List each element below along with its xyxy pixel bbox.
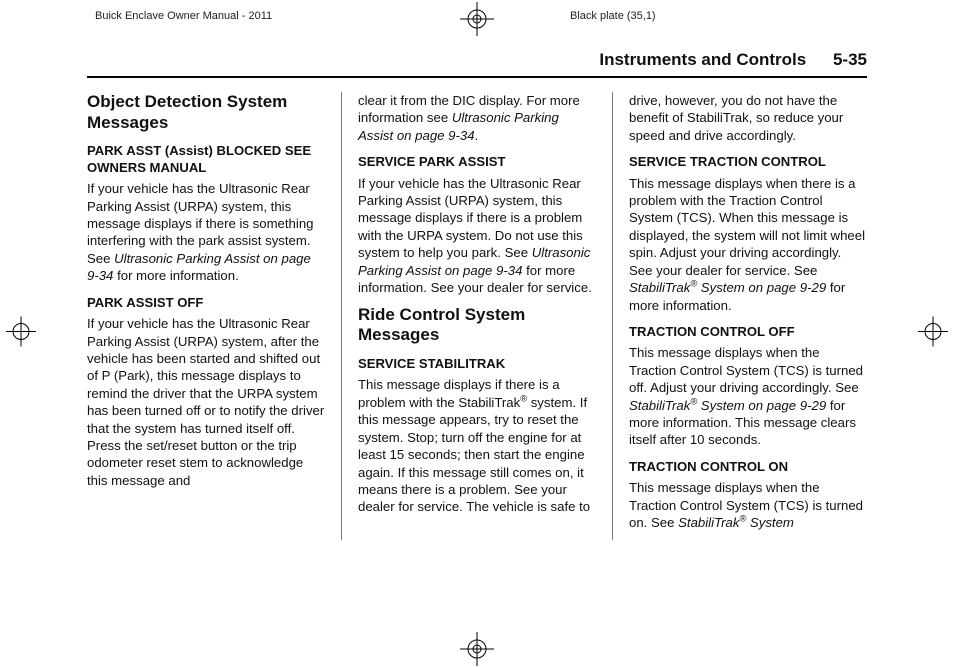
body-text: This message displays when the Traction … (629, 479, 867, 531)
body-text: If your vehicle has the Ultrasonic Rear … (87, 180, 325, 285)
text-run: StabiliTrak (629, 280, 690, 295)
msg-heading-service-stabilitrak: SERVICE STABILITRAK (358, 356, 596, 372)
msg-heading-service-traction-control: SERVICE TRACTION CONTROL (629, 154, 867, 170)
body-text: If your vehicle has the Ultrasonic Rear … (87, 315, 325, 489)
column-3: drive, however, you do not have the bene… (612, 92, 867, 540)
msg-heading-park-asst-blocked: PARK ASST (Assist) BLOCKED SEE OWNERS MA… (87, 143, 325, 176)
xref-stabilitrak-system: StabiliTrak® System on page 9‑29 (629, 398, 826, 413)
page-body: Instruments and Controls 5-35 Object Det… (87, 34, 867, 540)
text-run: system. If this message appears, try to … (358, 395, 590, 515)
text-run: StabiliTrak (678, 515, 739, 530)
plate-info: Black plate (35,1) (570, 10, 656, 22)
text-run: . (475, 128, 479, 143)
page-number: 5-35 (833, 50, 867, 69)
registration-mark-bottom (460, 632, 494, 666)
body-text: If your vehicle has the Ultrasonic Rear … (358, 175, 596, 297)
print-info-bar: Buick Enclave Owner Manual - 2011 Black … (0, 0, 954, 34)
text-run: System on page 9‑29 (697, 398, 826, 413)
text-run: for more information. (113, 268, 238, 283)
section-heading-object-detection: Object Detection System Messages (87, 92, 325, 133)
registration-mark-left (6, 317, 36, 352)
msg-heading-traction-control-on: TRACTION CONTROL ON (629, 459, 867, 475)
body-text: This message displays when there is a pr… (629, 175, 867, 314)
xref-stabilitrak-system: StabiliTrak® System (678, 515, 794, 530)
body-text: clear it from the DIC display. For more … (358, 92, 596, 144)
text-run: System on page 9‑29 (697, 280, 826, 295)
msg-heading-traction-control-off: TRACTION CONTROL OFF (629, 324, 867, 340)
registration-mark-right (918, 317, 948, 352)
text-run: StabiliTrak (629, 398, 690, 413)
body-text: drive, however, you do not have the bene… (629, 92, 867, 144)
body-text: This message displays when the Traction … (629, 344, 867, 449)
text-run: This message displays when the Traction … (629, 345, 863, 395)
xref-stabilitrak-system: StabiliTrak® System on page 9‑29 (629, 280, 826, 295)
text-run: This message displays when there is a pr… (629, 176, 865, 278)
msg-heading-service-park-assist: SERVICE PARK ASSIST (358, 154, 596, 170)
text-run: System (746, 515, 794, 530)
column-1: Object Detection System Messages PARK AS… (87, 92, 341, 540)
body-text: This message displays if there is a prob… (358, 376, 596, 515)
section-heading-ride-control: Ride Control System Messages (358, 305, 596, 346)
chapter-title: Instruments and Controls (599, 50, 806, 69)
manual-title: Buick Enclave Owner Manual - 2011 (95, 10, 272, 22)
msg-heading-park-assist-off: PARK ASSIST OFF (87, 295, 325, 311)
column-2: clear it from the DIC display. For more … (341, 92, 612, 540)
running-header: Instruments and Controls 5-35 (87, 34, 867, 78)
